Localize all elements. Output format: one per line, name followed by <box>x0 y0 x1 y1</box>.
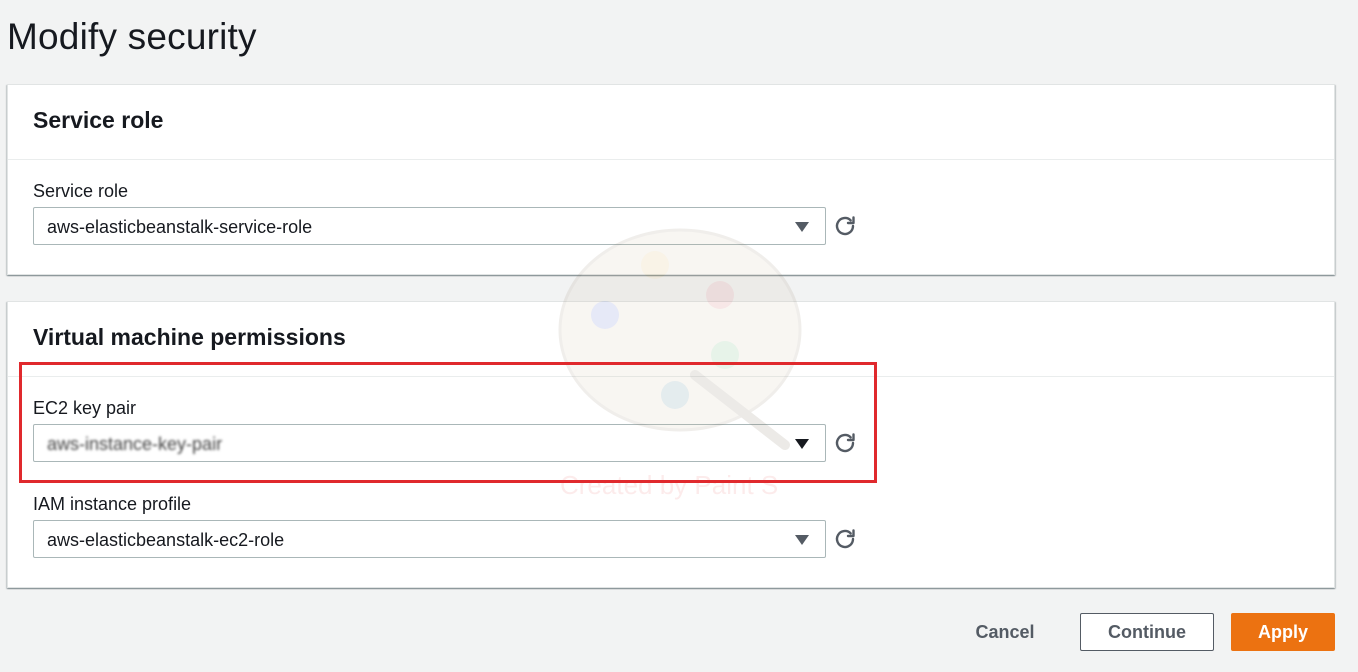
ec2-key-pair-label: EC2 key pair <box>33 398 137 418</box>
iam-instance-profile-value: aws-elasticbeanstalk-ec2-role <box>47 530 285 550</box>
service-role-value: aws-elasticbeanstalk-service-role <box>47 217 313 237</box>
caret-down-icon <box>795 222 809 232</box>
service-role-field: Service role aws-elasticbeanstalk-servic… <box>33 181 855 245</box>
ec2-key-pair-value: aws-instance-key-pair <box>47 434 223 454</box>
service-role-heading: Service role <box>33 107 164 133</box>
vm-permissions-panel: Virtual machine permissions EC2 key pair… <box>7 301 1335 588</box>
refresh-icon[interactable] <box>833 527 857 551</box>
caret-down-icon <box>795 439 809 449</box>
vm-permissions-panel-header: Virtual machine permissions <box>8 302 1334 377</box>
page-title: Modify security <box>7 16 257 57</box>
service-role-select[interactable]: aws-elasticbeanstalk-service-role <box>33 207 826 245</box>
iam-instance-profile-label: IAM instance profile <box>33 494 192 514</box>
service-role-panel: Service role Service role aws-elasticbea… <box>7 84 1335 275</box>
ec2-key-pair-select[interactable]: aws-instance-key-pair <box>33 424 826 462</box>
caret-down-icon <box>795 535 809 545</box>
iam-instance-profile-select[interactable]: aws-elasticbeanstalk-ec2-role <box>33 520 826 558</box>
vm-permissions-heading: Virtual machine permissions <box>33 324 346 350</box>
ec2-key-pair-field: EC2 key pair aws-instance-key-pair <box>33 398 855 462</box>
continue-button[interactable]: Continue <box>1080 613 1214 651</box>
service-role-panel-header: Service role <box>8 85 1334 160</box>
iam-instance-profile-field: IAM instance profile aws-elasticbeanstal… <box>33 494 855 558</box>
cancel-button[interactable]: Cancel <box>960 613 1050 651</box>
refresh-icon[interactable] <box>833 431 857 455</box>
apply-button[interactable]: Apply <box>1231 613 1335 651</box>
refresh-icon[interactable] <box>833 214 857 238</box>
service-role-label: Service role <box>33 181 129 201</box>
